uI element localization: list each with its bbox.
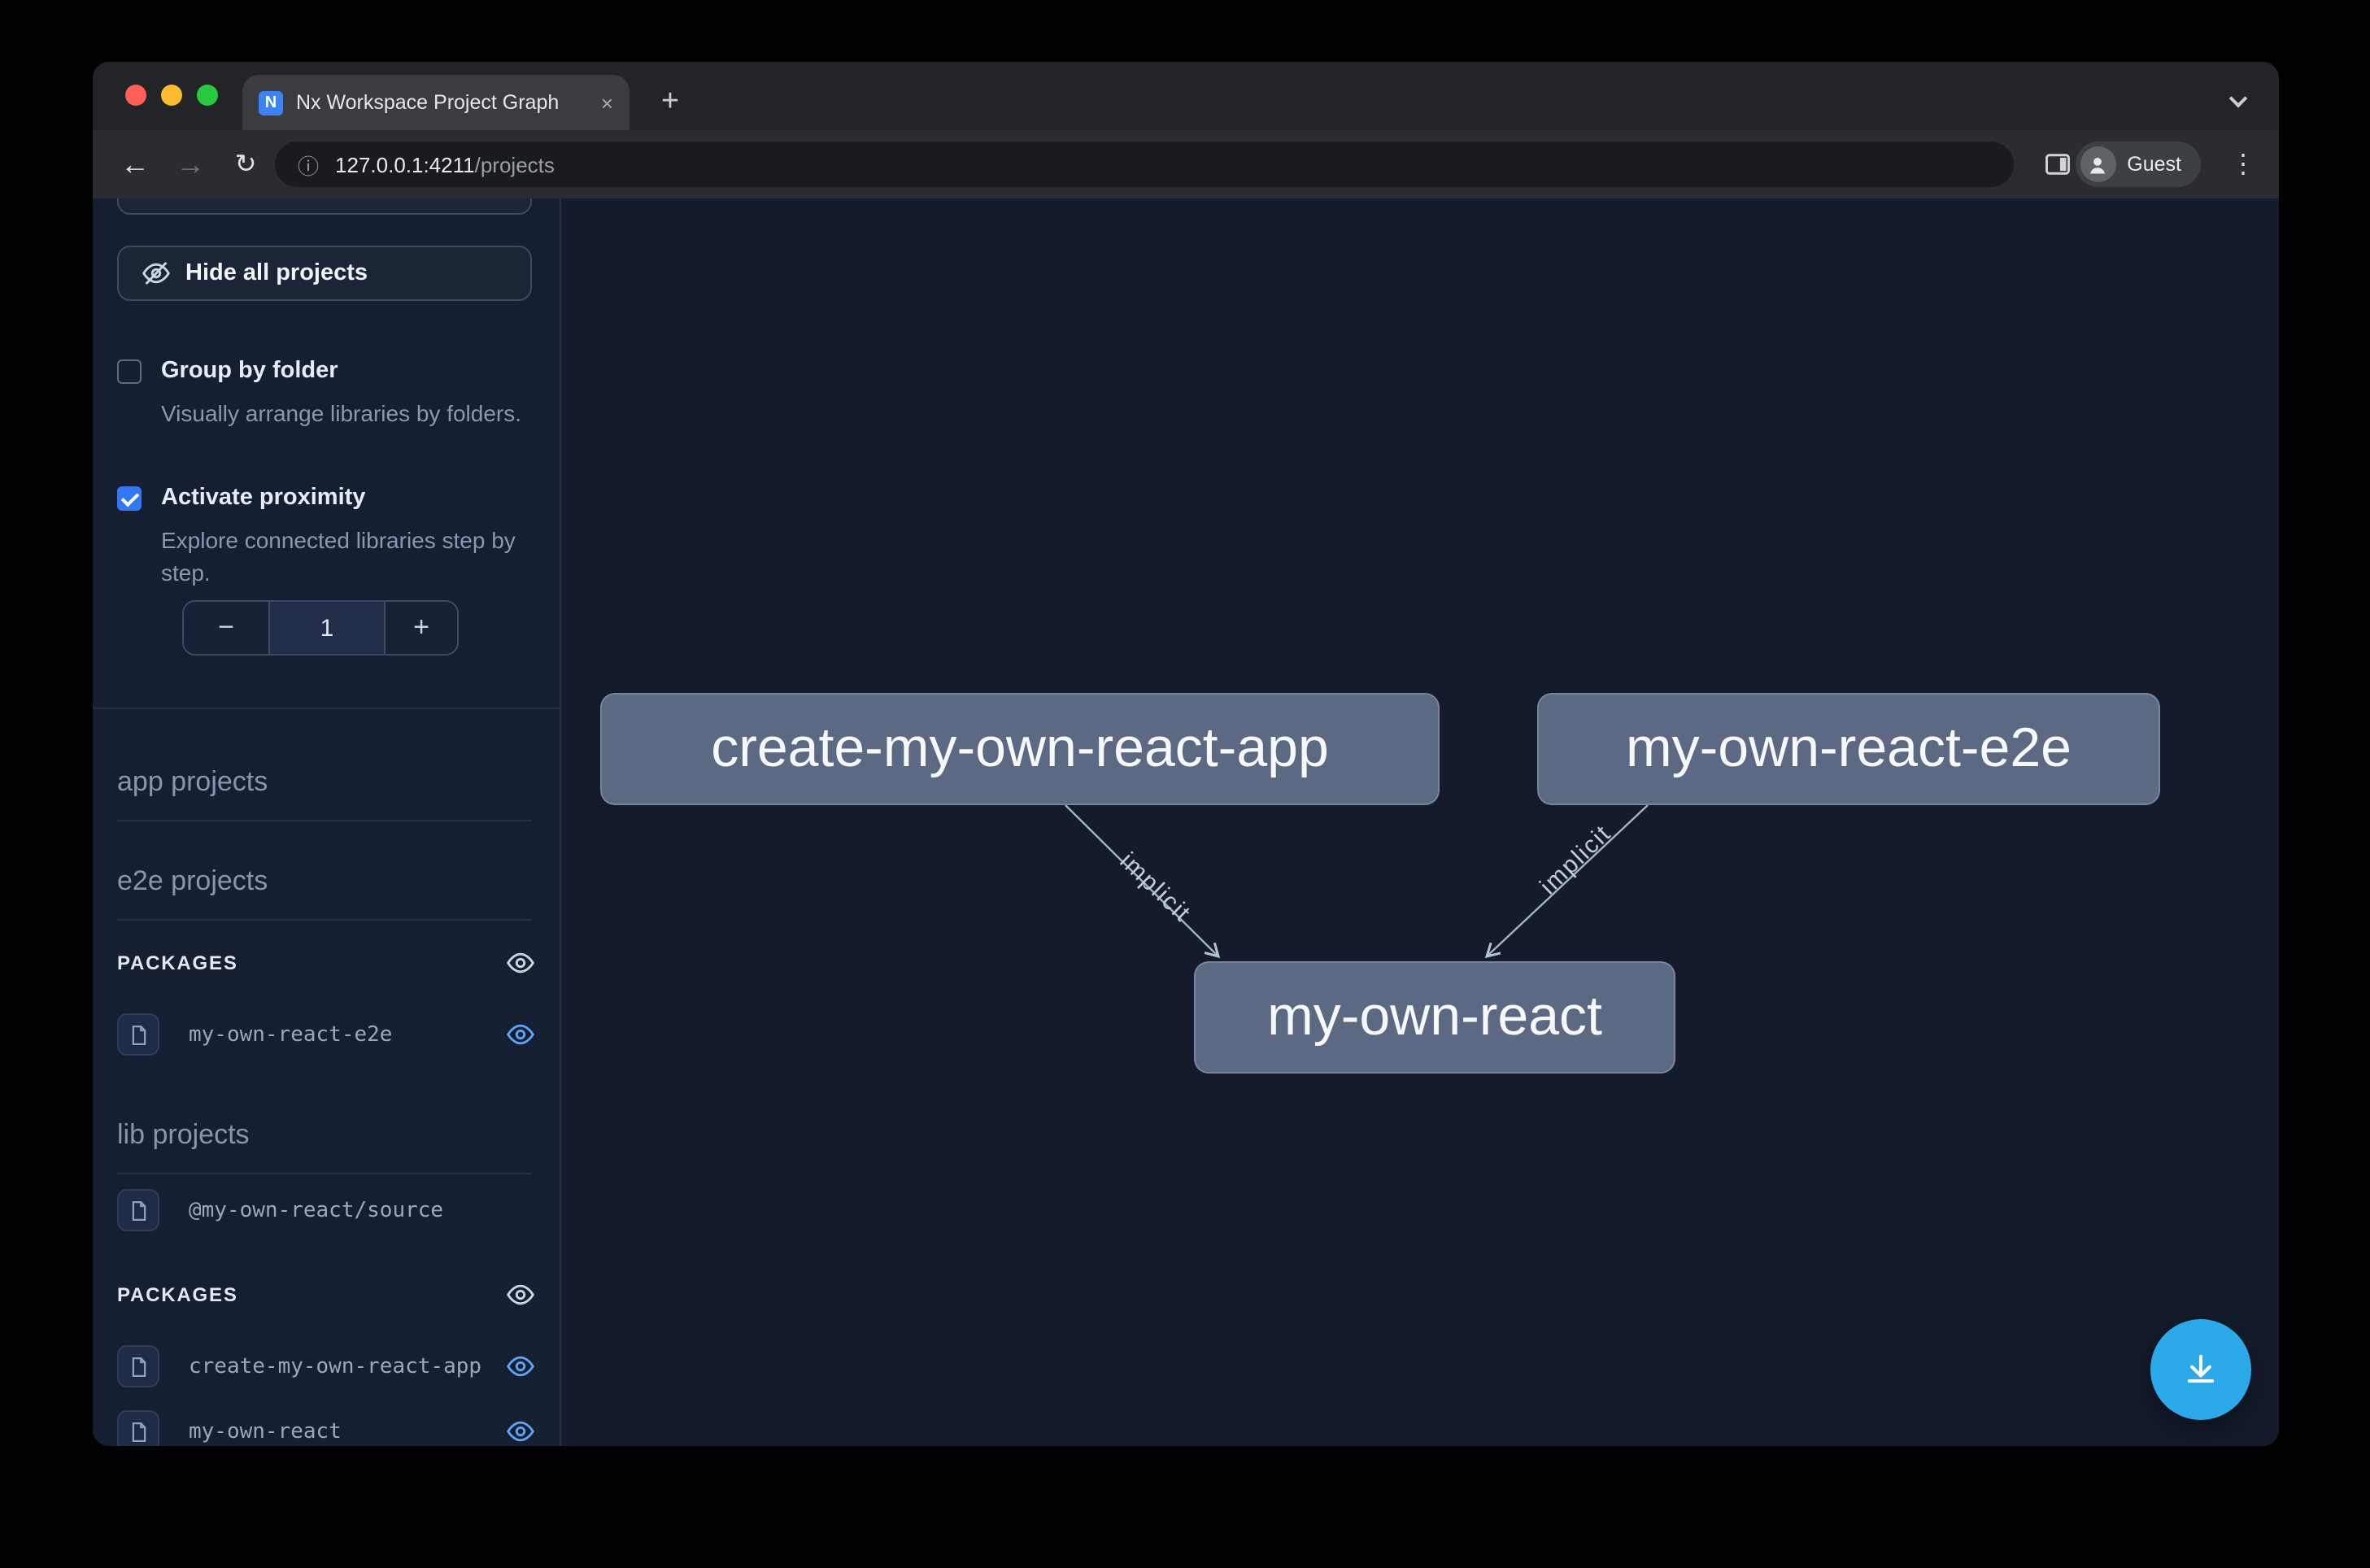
- project-list-item[interactable]: my-own-react-e2e: [117, 1013, 537, 1056]
- project-name: @my-own-react/source: [189, 1198, 443, 1222]
- graph-edges: implicit implicit: [561, 198, 2279, 1446]
- side-panel-icon[interactable]: [2038, 145, 2077, 184]
- address-bar[interactable]: ⓘ 127.0.0.1:4211/projects: [275, 142, 2014, 187]
- package-file-icon: [117, 1345, 159, 1387]
- project-name: create-my-own-react-app: [189, 1354, 481, 1379]
- package-file-icon: [117, 1410, 159, 1446]
- packages-label: PACKAGES: [117, 952, 238, 974]
- toggle-packages-eye-icon[interactable]: [504, 1278, 537, 1311]
- forward-button[interactable]: →: [168, 142, 213, 187]
- graph-canvas[interactable]: implicit implicit create-my-own-react-ap…: [561, 198, 2279, 1446]
- package-file-icon: [117, 1189, 159, 1231]
- window-close-button[interactable]: [125, 85, 146, 106]
- clipped-top-button[interactable]: [117, 198, 532, 215]
- group-by-folder-label: Group by folder: [161, 358, 338, 384]
- increment-button[interactable]: +: [386, 602, 457, 654]
- graph-node[interactable]: my-own-react-e2e: [1537, 693, 2160, 805]
- edge-label: implicit: [1535, 820, 1616, 900]
- group-by-folder-option: Group by folder Visually arrange librari…: [117, 355, 532, 429]
- activate-proximity-description: Explore connected libraries step by step…: [161, 524, 532, 589]
- focus-project-eye-icon[interactable]: [504, 1415, 537, 1446]
- activate-proximity-checkbox[interactable]: [117, 486, 142, 510]
- section-heading-e2e-projects: e2e projects: [117, 865, 532, 921]
- avatar-icon: [2080, 146, 2115, 182]
- sidebar-divider: [93, 708, 560, 709]
- toggle-packages-eye-icon[interactable]: [504, 947, 537, 979]
- graph-node[interactable]: create-my-own-react-app: [600, 693, 1440, 805]
- proximity-depth-value: 1: [268, 602, 386, 654]
- packages-header: PACKAGES: [117, 947, 537, 979]
- sidebar: Hide all projects Group by folder Visual…: [93, 198, 561, 1446]
- window-controls: [125, 85, 218, 106]
- section-heading-lib-projects: lib projects: [117, 1119, 532, 1174]
- project-list-item[interactable]: my-own-react: [117, 1410, 537, 1446]
- nx-favicon-icon: N: [259, 90, 283, 115]
- decrement-button[interactable]: −: [184, 602, 268, 654]
- site-info-icon[interactable]: ⓘ: [298, 149, 319, 180]
- url-path: /projects: [475, 152, 555, 176]
- activate-proximity-option: Activate proximity Explore connected lib…: [117, 481, 532, 589]
- focus-project-eye-icon[interactable]: [504, 1018, 537, 1051]
- reload-button[interactable]: ↻: [223, 142, 268, 187]
- download-button[interactable]: [2150, 1319, 2251, 1420]
- back-button[interactable]: ←: [112, 142, 158, 187]
- section-heading-app-projects: app projects: [117, 766, 532, 821]
- page-content: Hide all projects Group by folder Visual…: [93, 198, 2279, 1446]
- graph-node[interactable]: my-own-react: [1194, 961, 1675, 1074]
- tab-strip: N Nx Workspace Project Graph × +: [93, 62, 2279, 130]
- project-list-item[interactable]: create-my-own-react-app: [117, 1345, 537, 1387]
- new-tab-button[interactable]: +: [649, 81, 691, 124]
- package-file-icon: [117, 1013, 159, 1056]
- hide-all-projects-label: Hide all projects: [185, 260, 368, 286]
- group-by-folder-checkbox[interactable]: [117, 359, 142, 383]
- activate-proximity-label: Activate proximity: [161, 485, 365, 511]
- eye-off-icon: [142, 259, 171, 288]
- hide-all-projects-button[interactable]: Hide all projects: [117, 246, 532, 301]
- group-by-folder-description: Visually arrange libraries by folders.: [161, 397, 532, 429]
- edge-label: implicit: [1114, 847, 1196, 928]
- navigation-bar: ← → ↻ ⓘ 127.0.0.1:4211/projects Guest ⋮: [93, 130, 2279, 198]
- window-zoom-button[interactable]: [197, 85, 218, 106]
- window-minimize-button[interactable]: [161, 85, 182, 106]
- profile-label: Guest: [2127, 153, 2181, 176]
- packages-header: PACKAGES: [117, 1278, 537, 1311]
- tab-close-icon[interactable]: ×: [601, 92, 613, 113]
- browser-window: N Nx Workspace Project Graph × + ← → ↻ ⓘ…: [93, 62, 2279, 1446]
- project-list-item[interactable]: @my-own-react/source: [117, 1189, 537, 1231]
- desktop: N Nx Workspace Project Graph × + ← → ↻ ⓘ…: [0, 0, 2370, 1568]
- download-icon: [2180, 1348, 2222, 1391]
- url-host: 127.0.0.1:4211: [335, 152, 475, 176]
- focus-project-eye-icon[interactable]: [504, 1350, 537, 1383]
- browser-tab[interactable]: N Nx Workspace Project Graph ×: [242, 75, 630, 130]
- menu-icon[interactable]: ⋮: [2227, 142, 2259, 187]
- packages-label: PACKAGES: [117, 1283, 238, 1306]
- project-name: my-own-react-e2e: [189, 1022, 392, 1047]
- profile-chip[interactable]: Guest: [2075, 142, 2201, 187]
- tab-search-chevron-icon[interactable]: [2220, 83, 2256, 119]
- project-name: my-own-react: [189, 1419, 342, 1444]
- tab-title: Nx Workspace Project Graph: [296, 91, 588, 114]
- proximity-depth-stepper: − 1 +: [182, 600, 459, 656]
